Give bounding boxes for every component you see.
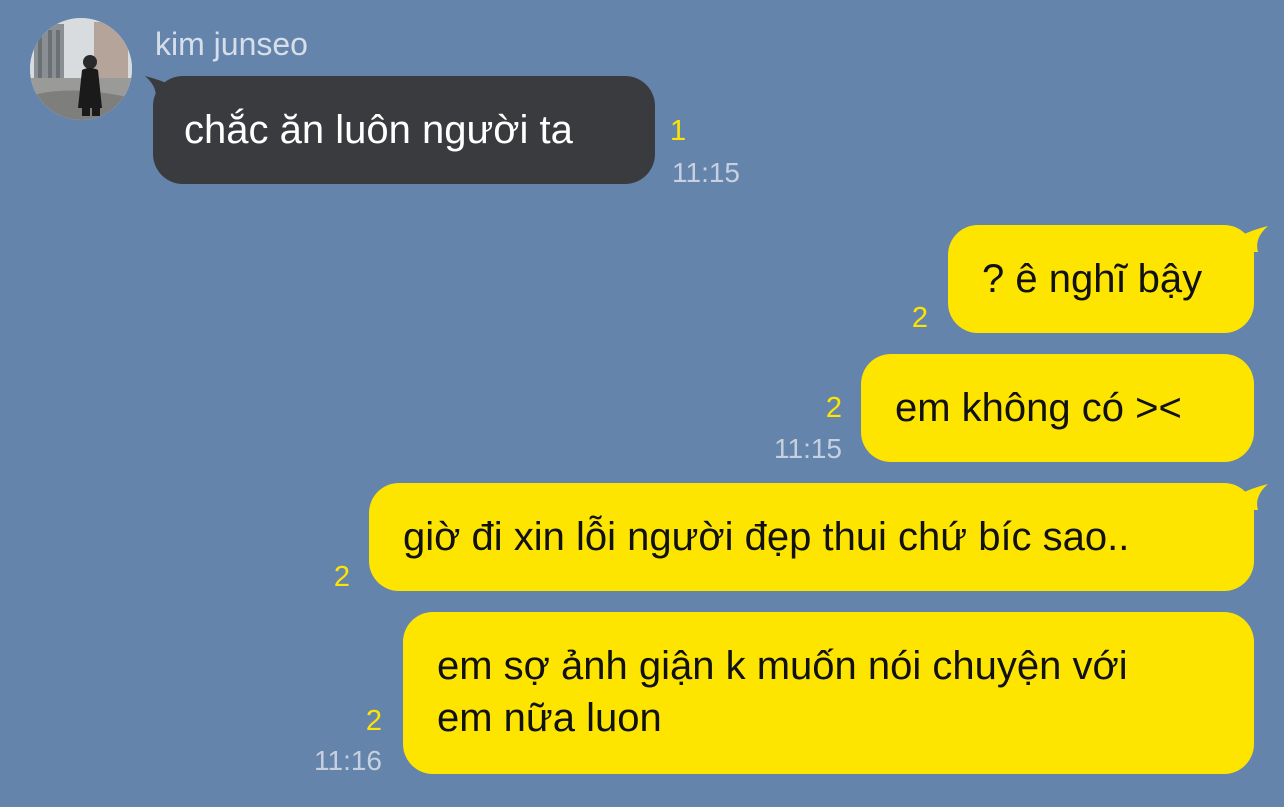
message-text: chắc ăn luôn người ta xyxy=(184,108,573,152)
message-time: 11:15 xyxy=(774,433,842,464)
unread-count: 2 xyxy=(333,561,350,593)
message-time: 11:16 xyxy=(314,745,382,776)
unread-count: 2 xyxy=(911,302,928,334)
message-bubble-outgoing[interactable]: em không có >< xyxy=(861,354,1254,462)
sender-name: kim junseo xyxy=(155,26,308,62)
message-text-line: em nữa luon xyxy=(437,696,662,740)
message-time: 11:15 xyxy=(672,157,740,188)
message-text: ? ê nghĩ bậy xyxy=(982,257,1203,301)
unread-count: 2 xyxy=(365,705,382,737)
message-text: giờ đi xin lỗi người đẹp thui chứ bíc sa… xyxy=(403,515,1130,559)
profile-photo-person-icon xyxy=(30,18,132,120)
message-bubble-incoming[interactable]: chắc ăn luôn người ta xyxy=(153,76,655,184)
message-text-line: em sợ ảnh giận k muốn nói chuyện với xyxy=(437,644,1128,688)
unread-count: 2 xyxy=(825,392,842,424)
message-bubble-outgoing[interactable]: em sợ ảnh giận k muốn nói chuyện với em … xyxy=(403,612,1254,774)
message-bubble-outgoing[interactable]: ? ê nghĩ bậy xyxy=(948,225,1254,333)
message-text: em không có >< xyxy=(895,386,1182,430)
avatar[interactable] xyxy=(30,18,132,120)
message-bubble-outgoing[interactable]: giờ đi xin lỗi người đẹp thui chứ bíc sa… xyxy=(369,483,1254,591)
unread-count: 1 xyxy=(670,115,687,147)
